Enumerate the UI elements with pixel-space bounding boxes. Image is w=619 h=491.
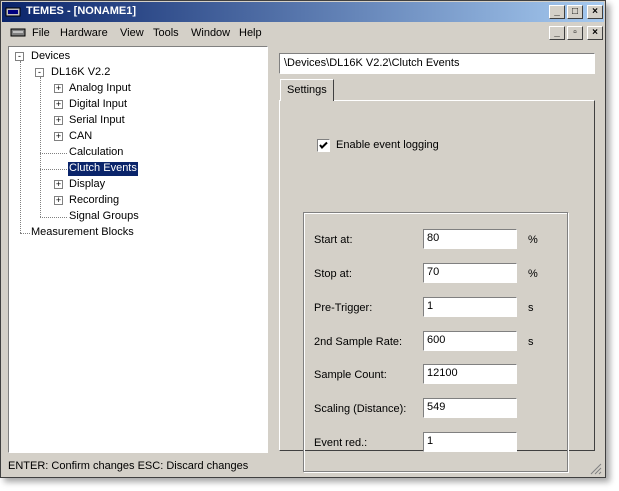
status-text: ENTER: Confirm changes ESC: Discard chan… (8, 460, 249, 472)
tree-item-measurement-blocks[interactable]: Measurement Blocks (31, 226, 134, 240)
tree-expander-can[interactable]: + (54, 132, 63, 141)
menu-file[interactable]: File (32, 27, 50, 39)
settings-panel: Enable event logging Start at: 80 % Stop… (279, 100, 595, 472)
pre-trigger-label: Pre-Trigger: (314, 302, 373, 314)
tree-item-can[interactable]: CAN (69, 130, 92, 144)
event-settings-group: Start at: 80 % Stop at: 70 % Pre-Trigger… (303, 212, 568, 472)
tree-item-display[interactable]: Display (69, 178, 105, 192)
tree-expander-serial-input[interactable]: + (54, 116, 63, 125)
device-tree[interactable]: - Devices - DL16K V2.2 + Analog Input + … (8, 46, 268, 453)
sample-count-input[interactable]: 12100 (423, 364, 517, 384)
scaling-distance-label: Scaling (Distance): (314, 403, 407, 415)
second-sample-rate-input[interactable]: 600 (423, 331, 517, 351)
main-window: TEMES - [NONAME1] _ □ × File Hardware Vi… (0, 0, 606, 478)
menu-hardware[interactable]: Hardware (60, 27, 108, 39)
tree-expander-analog-input[interactable]: + (54, 84, 63, 93)
menu-tools[interactable]: Tools (153, 27, 179, 39)
enable-logging-label[interactable]: Enable event logging (336, 139, 439, 151)
tree-expander-devices[interactable]: - (15, 52, 24, 61)
mdi-minimize-button[interactable]: _ (549, 26, 565, 40)
event-red-label: Event red.: (314, 437, 368, 449)
tab-settings[interactable]: Settings (280, 79, 334, 101)
stop-at-unit: % (528, 268, 538, 280)
tree-item-digital-input[interactable]: Digital Input (69, 98, 127, 112)
tree-item-analog-input[interactable]: Analog Input (69, 82, 131, 96)
menu-help[interactable]: Help (239, 27, 262, 39)
close-button[interactable]: × (587, 5, 603, 19)
tree-expander-digital-input[interactable]: + (54, 100, 63, 109)
tree-item-serial-input[interactable]: Serial Input (69, 114, 125, 128)
menu-view[interactable]: View (120, 27, 144, 39)
start-at-unit: % (528, 234, 538, 246)
tree-expander-recording[interactable]: + (54, 196, 63, 205)
tree-item-signal-groups[interactable]: Signal Groups (69, 210, 139, 224)
document-icon[interactable] (10, 27, 26, 39)
maximize-button[interactable]: □ (567, 5, 583, 19)
start-at-input[interactable]: 80 (423, 229, 517, 249)
menu-window[interactable]: Window (191, 27, 230, 39)
title-bar[interactable]: TEMES - [NONAME1] _ □ × (2, 2, 604, 22)
tree-expander-display[interactable]: + (54, 180, 63, 189)
tree-item-dl16k[interactable]: DL16K V2.2 (51, 66, 110, 80)
app-icon (5, 7, 21, 17)
second-sample-rate-unit: s (528, 336, 534, 348)
menu-bar: File Hardware View Tools Window Help _ ▫… (2, 23, 604, 43)
stop-at-input[interactable]: 70 (423, 263, 517, 283)
scaling-distance-input[interactable]: 549 (423, 398, 517, 418)
enable-logging-checkbox[interactable] (317, 139, 330, 152)
tree-expander-dl16k[interactable]: - (35, 68, 44, 77)
tree-item-calculation[interactable]: Calculation (69, 146, 123, 160)
pre-trigger-input[interactable]: 1 (423, 297, 517, 317)
resize-grip-icon[interactable] (590, 463, 602, 475)
detail-pane: \Devices\DL16K V2.2\Clutch Events Settin… (272, 46, 600, 472)
minimize-button[interactable]: _ (549, 5, 565, 19)
stop-at-label: Stop at: (314, 268, 352, 280)
pre-trigger-unit: s (528, 302, 534, 314)
path-field: \Devices\DL16K V2.2\Clutch Events (279, 53, 595, 74)
tree-item-clutch-events[interactable]: Clutch Events (67, 161, 139, 177)
start-at-label: Start at: (314, 234, 353, 246)
tree-item-recording[interactable]: Recording (69, 194, 119, 208)
checkmark-icon (319, 141, 328, 149)
mdi-close-button[interactable]: × (587, 26, 603, 40)
tree-item-devices[interactable]: Devices (31, 50, 70, 64)
window-title: TEMES - [NONAME1] (26, 5, 136, 17)
sample-count-label: Sample Count: (314, 369, 387, 381)
status-bar: ENTER: Confirm changes ESC: Discard chan… (2, 457, 604, 477)
second-sample-rate-label: 2nd Sample Rate: (314, 336, 403, 348)
event-red-input[interactable]: 1 (423, 432, 517, 452)
mdi-restore-button[interactable]: ▫ (567, 26, 583, 40)
